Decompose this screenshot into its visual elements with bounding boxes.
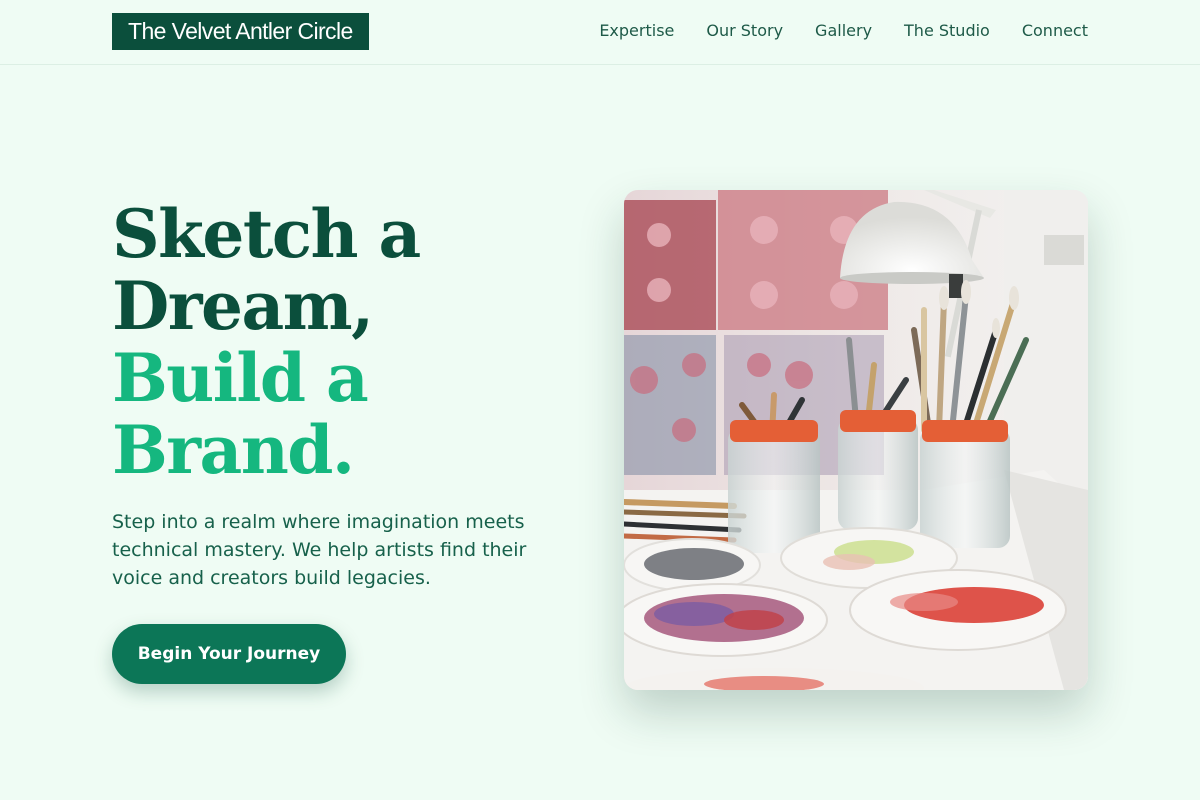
hero-headline: Sketch a Dream, Build a Brand. <box>112 198 582 486</box>
headline-line-1: Sketch a <box>112 195 421 273</box>
begin-journey-button[interactable]: Begin Your Journey <box>112 624 346 684</box>
headline-line-2: Dream, <box>112 267 374 345</box>
nav-item-gallery[interactable]: Gallery <box>815 20 872 42</box>
nav-item-connect[interactable]: Connect <box>1022 20 1088 42</box>
site-logo[interactable]: The Velvet Antler Circle <box>112 13 369 50</box>
nav-item-expertise[interactable]: Expertise <box>599 20 674 42</box>
nav-item-our-story[interactable]: Our Story <box>706 20 783 42</box>
headline-line-3: Build a <box>112 339 369 417</box>
hero-subtext: Step into a realm where imagination meet… <box>112 511 527 589</box>
nav-item-the-studio[interactable]: The Studio <box>904 20 990 42</box>
headline-line-4: Brand. <box>112 411 355 489</box>
art-studio-photo <box>624 190 1088 690</box>
hero-image <box>624 190 1088 690</box>
site-header: The Velvet Antler Circle Expertise Our S… <box>0 0 1200 65</box>
main-nav: Expertise Our Story Gallery The Studio C… <box>599 20 1088 42</box>
